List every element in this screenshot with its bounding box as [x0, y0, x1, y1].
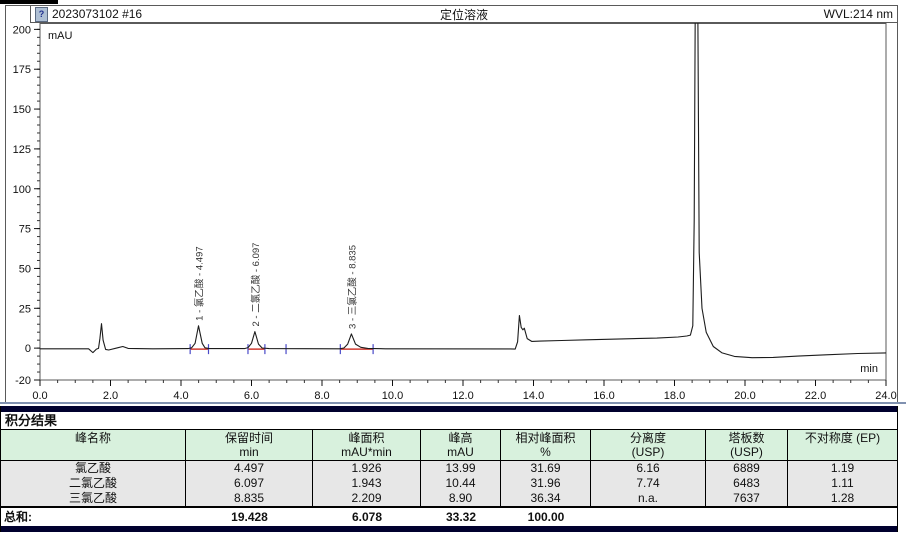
integration-results-section: 积分结果 峰名称 保留时间min 峰面积mAU*min 峰高mAU 相对峰面积%… [0, 406, 898, 532]
svg-text:14.0: 14.0 [523, 390, 544, 400]
cell-relative-area: 36.34 [501, 491, 591, 506]
svg-text:150: 150 [13, 104, 31, 116]
cell-plates: 6889 [706, 461, 788, 476]
cell-total-height: 33.32 [421, 508, 501, 526]
cell-peak-height: 13.99 [421, 461, 501, 476]
cell-total-area: 6.078 [313, 508, 421, 526]
cell-retention-time: 4.497 [186, 461, 313, 476]
svg-text:16.0: 16.0 [593, 390, 614, 400]
svg-text:20.0: 20.0 [734, 390, 755, 400]
svg-text:12.0: 12.0 [452, 390, 473, 400]
cell-resolution: 7.74 [591, 476, 706, 491]
svg-text:2.0: 2.0 [103, 390, 118, 400]
cell-relative-area: 31.69 [501, 461, 591, 476]
cell-peak-name: 二氯乙酸 [1, 476, 186, 491]
section-bottom-bar [1, 526, 897, 532]
column-header-peak-name: 峰名称 [1, 430, 186, 460]
table-row: 氯乙酸 4.497 1.926 13.99 31.69 6.16 6889 1.… [1, 461, 897, 476]
cell-peak-height: 10.44 [421, 476, 501, 491]
column-header-relative-area: 相对峰面积% [501, 430, 591, 460]
chart-title: 定位溶液 [31, 6, 897, 23]
column-header-plates: 塔板数(USP) [706, 430, 788, 460]
cell-total-retention-time: 19.428 [186, 508, 313, 526]
svg-text:8.0: 8.0 [314, 390, 329, 400]
chromatogram-plot[interactable]: 200 175 150 125 100 75 50 25 0 -200.0 2.0 4.0 6.0 8.0… [6, 23, 897, 400]
cell-peak-area: 1.926 [313, 461, 421, 476]
injection-icon: ? [35, 7, 48, 22]
cell-plates: 6483 [706, 476, 788, 491]
panel-divider [0, 402, 906, 404]
chromatogram-panel: ? 2023073102 #16 定位溶液 WVL:214 nm 200 175 1… [5, 5, 898, 403]
svg-text:50: 50 [19, 263, 31, 275]
svg-text:mAU: mAU [48, 30, 73, 42]
svg-text:6.0: 6.0 [244, 390, 259, 400]
svg-text:125: 125 [13, 144, 31, 156]
column-header-retention-time: 保留时间min [186, 430, 313, 460]
cell-peak-name: 氯乙酸 [1, 461, 186, 476]
peak-label: 2 - 二氯乙酸 - 6.097 [250, 243, 262, 327]
cell-asymmetry: 1.11 [788, 476, 897, 491]
chromatogram-header: ? 2023073102 #16 定位溶液 WVL:214 nm [30, 6, 897, 23]
svg-text:200: 200 [13, 24, 31, 36]
svg-text:175: 175 [13, 64, 31, 76]
cell-total-label: 总和: [1, 508, 186, 526]
cell-total-relative-area: 100.00 [501, 508, 591, 526]
cell-asymmetry: 1.19 [788, 461, 897, 476]
cell-resolution: n.a. [591, 491, 706, 506]
svg-text:4.0: 4.0 [173, 390, 188, 400]
sample-id: 2023073102 #16 [52, 7, 142, 21]
column-header-asymmetry: 不对称度 (EP) [788, 430, 897, 460]
svg-text:-20: -20 [15, 375, 31, 387]
table-row: 三氯乙酸 8.835 2.209 8.90 36.34 n.a. 7637 1.… [1, 491, 897, 506]
cell-total-resolution [591, 508, 706, 526]
totals-row: 总和: 19.428 6.078 33.32 100.00 [1, 506, 897, 526]
results-title: 积分结果 [1, 412, 897, 430]
cell-retention-time: 6.097 [186, 476, 313, 491]
svg-text:min: min [860, 363, 878, 375]
svg-text:25: 25 [19, 303, 31, 315]
column-header-resolution: 分离度(USP) [591, 430, 706, 460]
wavelength-label: WVL:214 nm [824, 7, 893, 21]
svg-text:18.0: 18.0 [664, 390, 685, 400]
svg-text:0.0: 0.0 [32, 390, 47, 400]
table-row: 二氯乙酸 6.097 1.943 10.44 31.96 7.74 6483 1… [1, 476, 897, 491]
svg-text:22.0: 22.0 [805, 390, 826, 400]
column-header-peak-area: 峰面积mAU*min [313, 430, 421, 460]
cell-plates: 7637 [706, 491, 788, 506]
cell-peak-area: 1.943 [313, 476, 421, 491]
cell-peak-name: 三氯乙酸 [1, 491, 186, 506]
cell-peak-height: 8.90 [421, 491, 501, 506]
cell-retention-time: 8.835 [186, 491, 313, 506]
cell-total-asymmetry [788, 508, 897, 526]
cell-total-plates [706, 508, 788, 526]
peak-label: 3 - 三氯乙酸 - 8.835 [346, 245, 358, 329]
cell-asymmetry: 1.28 [788, 491, 897, 506]
results-header-row: 峰名称 保留时间min 峰面积mAU*min 峰高mAU 相对峰面积% 分离度(… [1, 430, 897, 461]
cell-resolution: 6.16 [591, 461, 706, 476]
svg-text:0: 0 [25, 343, 31, 355]
cell-peak-area: 2.209 [313, 491, 421, 506]
peak-label: 1 - 氯乙酸 - 4.497 [194, 246, 206, 320]
svg-text:100: 100 [13, 184, 31, 196]
report-window: ? 2023073102 #16 定位溶液 WVL:214 nm 200 175 1… [0, 0, 906, 536]
column-header-peak-height: 峰高mAU [421, 430, 501, 460]
cell-relative-area: 31.96 [501, 476, 591, 491]
svg-text:10.0: 10.0 [382, 390, 403, 400]
svg-text:24.0: 24.0 [875, 390, 896, 400]
svg-text:75: 75 [19, 224, 31, 236]
results-body: 氯乙酸 4.497 1.926 13.99 31.69 6.16 6889 1.… [1, 461, 897, 506]
window-title-fragment [0, 0, 58, 4]
